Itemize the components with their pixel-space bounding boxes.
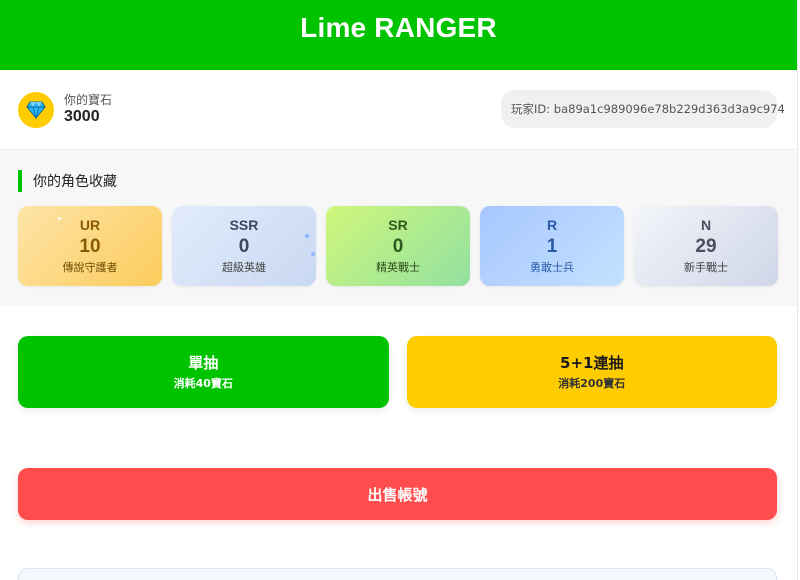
sparkle-dot (58, 217, 61, 220)
collection-title: 你的角色收藏 (33, 174, 117, 190)
gem-text: 你的寶石 3000 (64, 93, 112, 127)
rarity-count: 1 (546, 236, 558, 257)
single-draw-cost: 消耗40寶石 (173, 377, 233, 390)
rarity-card-n: N 29 新手戰士 (634, 206, 778, 286)
rarity-name: 新手戰士 (684, 261, 728, 274)
rarity-count: 0 (392, 236, 404, 257)
rarity-count: 29 (695, 236, 717, 257)
rarity-count: 0 (238, 236, 250, 257)
title-accent-bar (18, 170, 22, 192)
rarity-card-sr: SR 0 精英戰士 (326, 206, 470, 286)
rarity-cards: UR 10 傳說守護者 SSR 0 超級英雄 SR 0 精英戰士 R 1 勇敢士… (18, 206, 779, 286)
sparkle-dot (311, 252, 315, 256)
collection-header: 你的角色收藏 (18, 170, 779, 192)
rarity-card-ur: UR 10 傳說守護者 (18, 206, 162, 286)
rarity-count: 10 (79, 236, 101, 257)
gem-balance: 你的寶石 3000 (18, 91, 112, 128)
rarity-name: 傳說守護者 (62, 261, 118, 274)
character-collection: 你的角色收藏 UR 10 傳說守護者 SSR 0 超級英雄 SR 0 精英戰士 … (0, 150, 797, 306)
rarity-tier: SR (388, 217, 408, 233)
rarity-tier: N (700, 217, 712, 233)
draw-actions: 單抽 消耗40寶石 5+1連抽 消耗200寶石 (0, 306, 797, 408)
rarity-card-r: R 1 勇敢士兵 (480, 206, 624, 286)
sell-account-button[interactable]: 出售帳號 (18, 468, 777, 520)
bottom-panel (18, 568, 777, 580)
sparkle-dot (305, 234, 309, 238)
diamond-icon (18, 91, 54, 128)
player-id-badge: 玩家ID: ba89a1c989096e78b229d363d3a9c974 (501, 89, 785, 128)
rarity-name: 精英戰士 (376, 261, 420, 274)
app-header: Lime RANGER (0, 0, 797, 70)
single-draw-title: 單抽 (188, 354, 219, 372)
rarity-card-ssr: SSR 0 超級英雄 (172, 206, 316, 286)
multi-draw-cost: 消耗200寶石 (558, 377, 626, 390)
rarity-tier: UR (79, 217, 101, 233)
gem-value: 3000 (64, 107, 100, 125)
app-window: Lime RANGER 你的寶石 3000 玩家ID: ba89a1c98909… (0, 0, 798, 580)
multi-draw-button[interactable]: 5+1連抽 消耗200寶石 (406, 336, 777, 408)
gem-label: 你的寶石 (64, 92, 113, 107)
info-bar: 你的寶石 3000 玩家ID: ba89a1c989096e78b229d363… (0, 70, 797, 150)
single-draw-button[interactable]: 單抽 消耗40寶石 (18, 336, 389, 408)
rarity-name: 勇敢士兵 (530, 261, 574, 274)
multi-draw-title: 5+1連抽 (560, 354, 624, 372)
rarity-name: 超級英雄 (222, 261, 266, 274)
rarity-tier: R (546, 217, 558, 233)
app-title: Lime RANGER (300, 12, 497, 43)
rarity-tier: SSR (229, 217, 259, 233)
sell-section: 出售帳號 (0, 408, 797, 520)
